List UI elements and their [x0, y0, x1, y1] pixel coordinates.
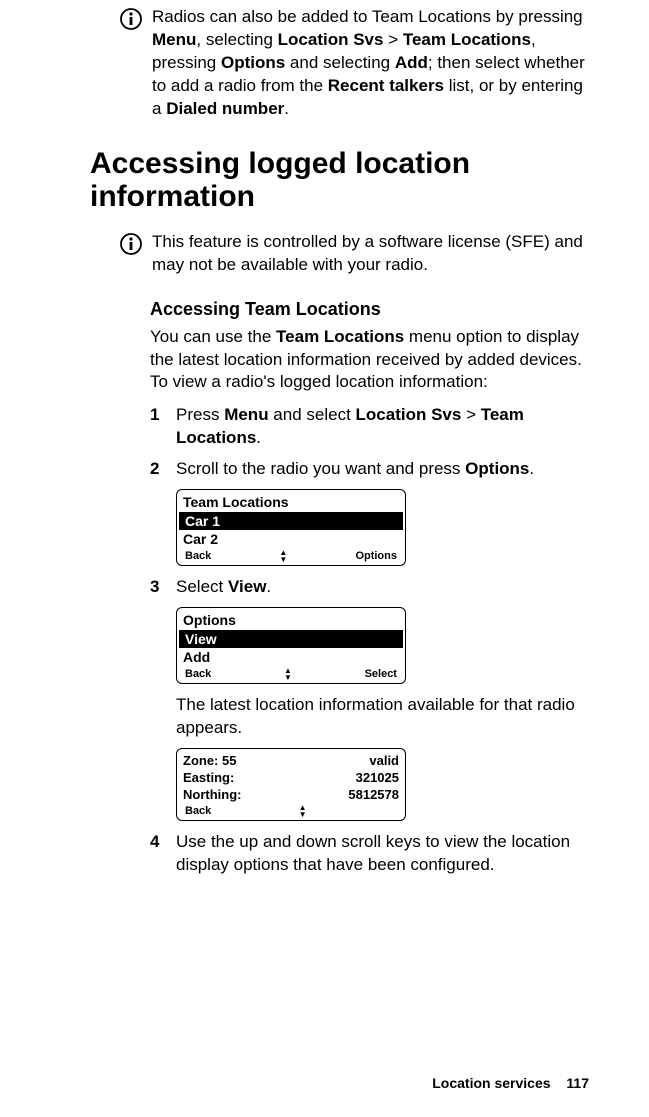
page-footer: Location services 117: [432, 1075, 589, 1091]
step-number: 1: [150, 404, 176, 450]
t: Press: [176, 405, 224, 424]
screen-title: Team Locations: [177, 493, 405, 512]
t: Team Locations: [403, 30, 531, 49]
t: Dialed number: [166, 99, 284, 118]
t: valid: [369, 753, 399, 768]
softkey-bar: Back ▲▼ Options: [177, 548, 405, 563]
t: You can use the: [150, 327, 276, 346]
softkey-bar: Back ▲▼ Select: [177, 666, 405, 681]
t: Zone: 55: [183, 753, 236, 768]
step-number: 2: [150, 458, 176, 481]
info-note-1-text: Radios can also be added to Team Locatio…: [152, 6, 589, 121]
t: Recent talkers: [328, 76, 444, 95]
t: .: [529, 459, 534, 478]
step-3: 3 Select View.: [150, 576, 589, 599]
step-text: Select View.: [176, 576, 589, 599]
t: , selecting: [196, 30, 277, 49]
kv-row: Zone: 55 valid: [177, 752, 405, 769]
screen-options: Options View Add Back ▲▼ Select: [176, 607, 406, 684]
softkey-right: [394, 805, 397, 817]
list-item: Car 2: [177, 530, 405, 548]
t: Select: [176, 577, 228, 596]
step-1: 1 Press Menu and select Location Svs > T…: [150, 404, 589, 450]
info-note-1: Radios can also be added to Team Locatio…: [90, 6, 589, 121]
t: Easting:: [183, 770, 234, 785]
list-item: Add: [177, 648, 405, 666]
t: >: [461, 405, 480, 424]
softkey-bar: Back ▲▼: [177, 803, 405, 818]
softkey-left: Back: [185, 805, 211, 817]
t: .: [266, 577, 271, 596]
t: and selecting: [285, 53, 395, 72]
t: >: [383, 30, 402, 49]
t: Northing:: [183, 787, 241, 802]
subsection-heading: Accessing Team Locations: [150, 299, 589, 320]
screen-team-locations: Team Locations Car 1 Car 2 Back ▲▼ Optio…: [176, 489, 406, 566]
t: Car 1: [185, 513, 220, 529]
list-item-selected: Car 1: [179, 512, 403, 530]
t: Add: [395, 53, 428, 72]
step-2: 2 Scroll to the radio you want and press…: [150, 458, 589, 481]
info-note-2: This feature is controlled by a software…: [90, 231, 589, 277]
info-note-2-text: This feature is controlled by a software…: [152, 231, 589, 277]
t: .: [284, 99, 289, 118]
t: Team Locations: [276, 327, 404, 346]
kv-row: Easting: 321025: [177, 769, 405, 786]
scroll-arrows-icon: ▲▼: [279, 549, 287, 563]
list-item-selected: View: [179, 630, 403, 648]
t: .: [256, 428, 261, 447]
t: Options: [465, 459, 529, 478]
softkey-left: Back: [185, 550, 211, 562]
t: Menu: [224, 405, 268, 424]
step-text: Press Menu and select Location Svs > Tea…: [176, 404, 589, 450]
screen-location-info: Zone: 55 valid Easting: 321025 Northing:…: [176, 748, 406, 821]
step-number: 4: [150, 831, 176, 877]
step-text: Use the up and down scroll keys to view …: [176, 831, 589, 877]
t: Location Svs: [356, 405, 462, 424]
info-icon: [120, 233, 142, 255]
step-number: 3: [150, 576, 176, 599]
t: View: [185, 631, 217, 647]
scroll-arrows-icon: ▲▼: [299, 804, 307, 818]
softkey-right: Select: [365, 668, 397, 680]
scroll-arrows-icon: ▲▼: [284, 667, 292, 681]
t: and select: [269, 405, 356, 424]
intro-paragraph: You can use the Team Locations menu opti…: [150, 326, 589, 395]
section-heading: Accessing logged location information: [90, 147, 589, 213]
step-text: Scroll to the radio you want and press O…: [176, 458, 589, 481]
step-4: 4 Use the up and down scroll keys to vie…: [150, 831, 589, 877]
t: Location Svs: [278, 30, 384, 49]
t: View: [228, 577, 266, 596]
footer-label: Location services: [432, 1075, 550, 1091]
t: Options: [221, 53, 285, 72]
t: Radios can also be added to Team Locatio…: [152, 7, 583, 26]
t: Menu: [152, 30, 196, 49]
softkey-left: Back: [185, 668, 211, 680]
t: Scroll to the radio you want and press: [176, 459, 465, 478]
kv-row: Northing: 5812578: [177, 786, 405, 803]
info-icon: [120, 8, 142, 30]
t: Car 2: [183, 531, 218, 547]
t: Add: [183, 649, 210, 665]
info-after-step3: The latest location information availabl…: [176, 694, 589, 740]
screen-title: Options: [177, 611, 405, 630]
page-number: 117: [566, 1075, 589, 1091]
t: 5812578: [348, 787, 399, 802]
t: 321025: [356, 770, 399, 785]
softkey-right: Options: [355, 550, 397, 562]
